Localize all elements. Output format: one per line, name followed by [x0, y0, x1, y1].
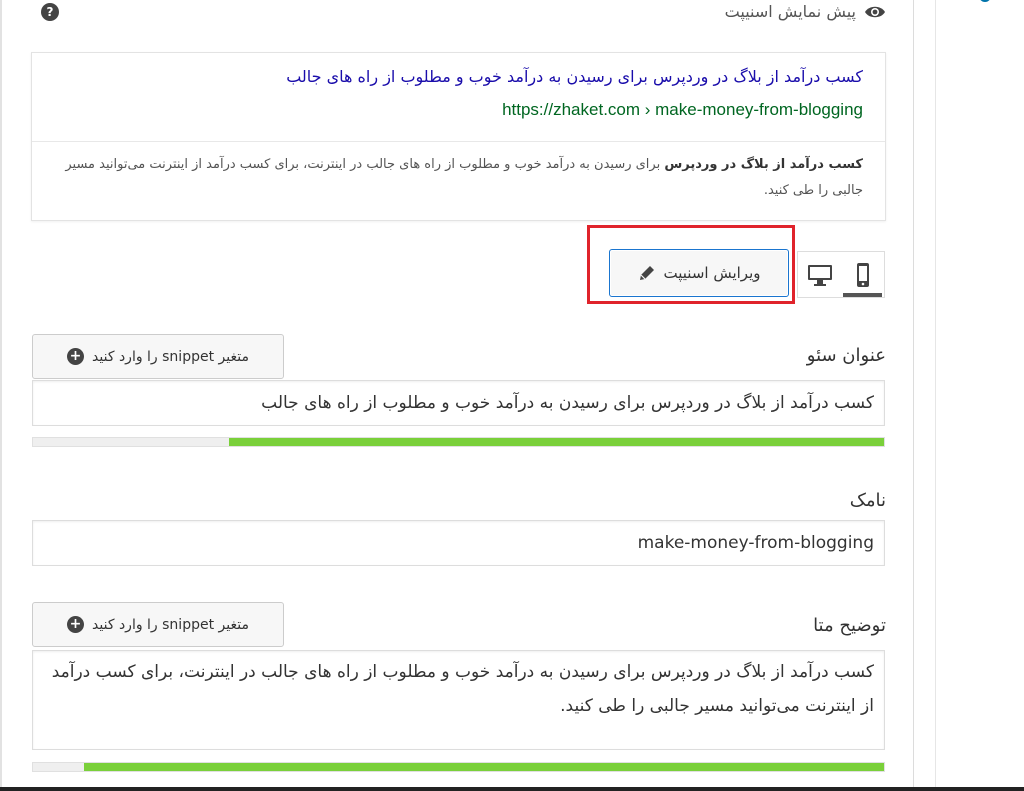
preview-title[interactable]: کسب درآمد از بلاگ در وردپرس برای رسیدن ب… — [286, 67, 863, 86]
preview-description-keyword: کسب درآمد از بلاگ در وردپرس — [664, 157, 863, 172]
bottom-border — [0, 787, 1024, 791]
google-preview-card[interactable]: کسب درآمد از بلاگ در وردپرس برای رسیدن ب… — [31, 52, 886, 221]
seo-title-label: عنوان سئو — [806, 345, 886, 366]
sidebar-divider-inner — [935, 0, 936, 791]
seo-title-insert-variable-button[interactable]: + متغیر snippet را وارد کنید — [32, 334, 284, 379]
insert-variable-label: متغیر snippet را وارد کنید — [92, 348, 249, 365]
edit-snippet-label: ویرایش اسنیپت — [663, 264, 761, 282]
plus-circle-icon: + — [67, 616, 85, 633]
desktop-icon — [807, 264, 832, 286]
share-icon[interactable] — [955, 0, 995, 14]
meta-description-progress-fill — [84, 763, 884, 771]
eye-icon — [865, 6, 885, 17]
meta-description-label: توضیح متا — [813, 615, 886, 636]
preview-description[interactable]: کسب درآمد از بلاگ در وردپرس برای رسیدن ب… — [54, 152, 863, 204]
mobile-preview-button[interactable] — [841, 252, 884, 297]
left-divider — [0, 0, 2, 791]
snippet-preview-toggle[interactable]: پیش نمایش اسنیپت — [725, 2, 886, 21]
preview-url[interactable]: https://zhaket.com › make-money-from-blo… — [502, 100, 863, 120]
meta-description-textarea[interactable]: کسب درآمد از بلاگ در وردپرس برای رسیدن ب… — [32, 650, 885, 750]
desktop-preview-button[interactable] — [798, 252, 841, 297]
plus-circle-icon: + — [67, 348, 85, 365]
snippet-editor-panel: ? پیش نمایش اسنیپت کسب درآمد از بلاگ در … — [0, 0, 1024, 791]
slug-input[interactable]: make-money-from-blogging — [32, 520, 885, 566]
help-icon[interactable]: ? — [41, 3, 59, 21]
mobile-icon — [856, 262, 869, 287]
device-toggle — [797, 251, 885, 298]
sidebar-divider — [913, 0, 914, 791]
pencil-icon — [639, 266, 654, 280]
slug-label: نامک — [849, 490, 886, 511]
edit-snippet-button[interactable]: ویرایش اسنیپت — [609, 249, 789, 297]
meta-description-length-progress — [32, 762, 885, 772]
preview-divider — [32, 141, 885, 142]
seo-title-progress-fill — [228, 438, 884, 446]
seo-title-input[interactable]: کسب درآمد از بلاگ در وردپرس برای رسیدن ب… — [32, 380, 885, 426]
snippet-preview-heading: پیش نمایش اسنیپت — [724, 2, 856, 21]
insert-variable-label: متغیر snippet را وارد کنید — [92, 616, 249, 633]
meta-description-insert-variable-button[interactable]: + متغیر snippet را وارد کنید — [32, 602, 284, 647]
seo-title-length-progress — [32, 437, 885, 447]
